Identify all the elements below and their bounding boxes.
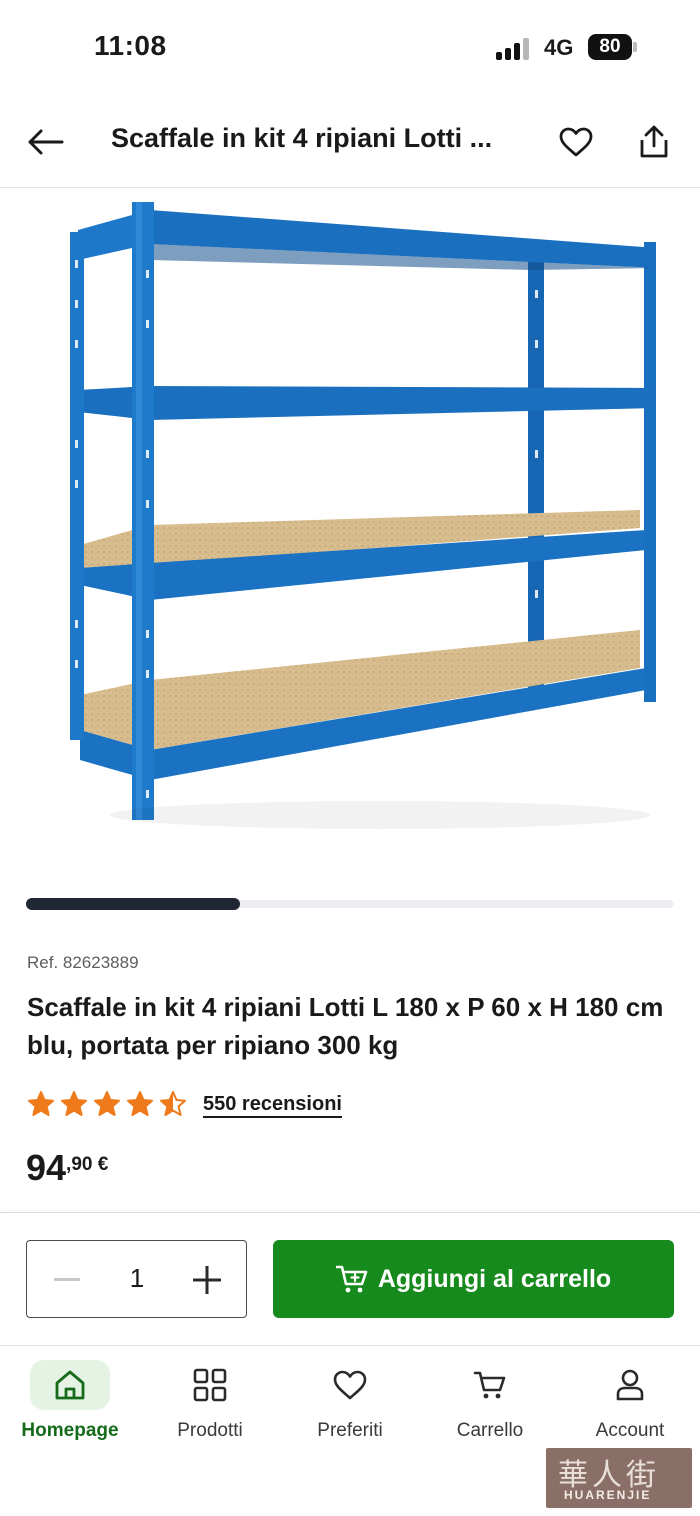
status-time: 11:08 (94, 30, 167, 61)
status-bar: 11:08 4G 80 (0, 0, 700, 96)
reviews-link[interactable]: 550 recensioni (203, 1093, 342, 1116)
quantity-stepper: 1 (26, 1240, 247, 1318)
star-icon (160, 1091, 186, 1116)
decrease-quantity-button[interactable] (45, 1258, 89, 1302)
nav-item-prodotti[interactable]: Prodotti (140, 1346, 280, 1466)
nav-label-account: Account (595, 1420, 665, 1441)
product-image[interactable] (0, 190, 700, 880)
favorite-button[interactable] (552, 118, 600, 166)
star-icon (94, 1091, 120, 1116)
nav-icon-container (590, 1360, 670, 1410)
cart-plus-icon (335, 1265, 368, 1293)
product-title: Scaffale in kit 4 ripiani Lotti L 180 x … (27, 992, 664, 1060)
battery-tip (633, 42, 637, 52)
product-reference: Ref. 82623889 (27, 953, 139, 972)
heart-icon (333, 1370, 367, 1400)
nav-label-prodotti: Prodotti (177, 1420, 243, 1441)
star-icon (127, 1091, 153, 1116)
price: 94 ,90 € (26, 1148, 108, 1188)
nav-item-homepage[interactable]: Homepage (0, 1346, 140, 1466)
watermark-subtext: HUARENJIE (564, 1488, 652, 1502)
minus-icon (54, 1278, 80, 1281)
arrow-left-icon (28, 129, 64, 155)
battery-icon: 80 (588, 34, 632, 60)
add-to-cart-label: Aggiungi al carrello (377, 1264, 612, 1293)
page-title: Scaffale in kit 4 ripiani Lotti ... (111, 123, 493, 153)
grid-icon (193, 1368, 227, 1402)
star-icon (61, 1091, 87, 1116)
rating[interactable]: 550 recensioni (27, 1088, 342, 1120)
star-icon (28, 1091, 54, 1116)
network-type: 4G (544, 35, 574, 60)
carousel-progress (26, 898, 674, 910)
plus-icon (193, 1266, 221, 1294)
back-button[interactable] (22, 118, 70, 166)
rating-stars (27, 1090, 187, 1118)
signal-icon (496, 38, 534, 60)
nav-item-carrello[interactable]: Carrello (420, 1346, 560, 1466)
nav-label-homepage: Homepage (21, 1420, 119, 1441)
home-icon (55, 1370, 85, 1400)
heart-icon (559, 127, 593, 157)
add-to-cart-button[interactable]: Aggiungi al carrello (273, 1240, 674, 1318)
nav-icon-container (170, 1360, 250, 1410)
price-decimal: ,90 € (66, 1154, 109, 1175)
nav-label-preferiti: Preferiti (317, 1420, 383, 1441)
nav-item-preferiti[interactable]: Preferiti (280, 1346, 420, 1466)
user-icon (616, 1369, 644, 1401)
nav-label-carrello: Carrello (456, 1420, 524, 1441)
nav-icon-container (310, 1360, 390, 1410)
watermark-logo: 華人街 HUARENJIE (546, 1448, 692, 1508)
quantity-value[interactable]: 1 (107, 1263, 167, 1294)
increase-quantity-button[interactable] (185, 1258, 229, 1302)
share-icon (640, 125, 668, 158)
carousel-progress-fill (26, 898, 240, 910)
cart-icon (473, 1371, 506, 1399)
nav-icon-container (30, 1360, 110, 1410)
shelving-unit-image (70, 202, 656, 829)
share-button[interactable] (630, 118, 678, 166)
nav-icon-container (450, 1360, 530, 1410)
app-header: Scaffale in kit 4 ripiani Lotti ... (0, 96, 700, 188)
price-integer: 94 (26, 1147, 67, 1188)
purchase-bar: 1 Aggiungi al carrello (0, 1212, 700, 1346)
